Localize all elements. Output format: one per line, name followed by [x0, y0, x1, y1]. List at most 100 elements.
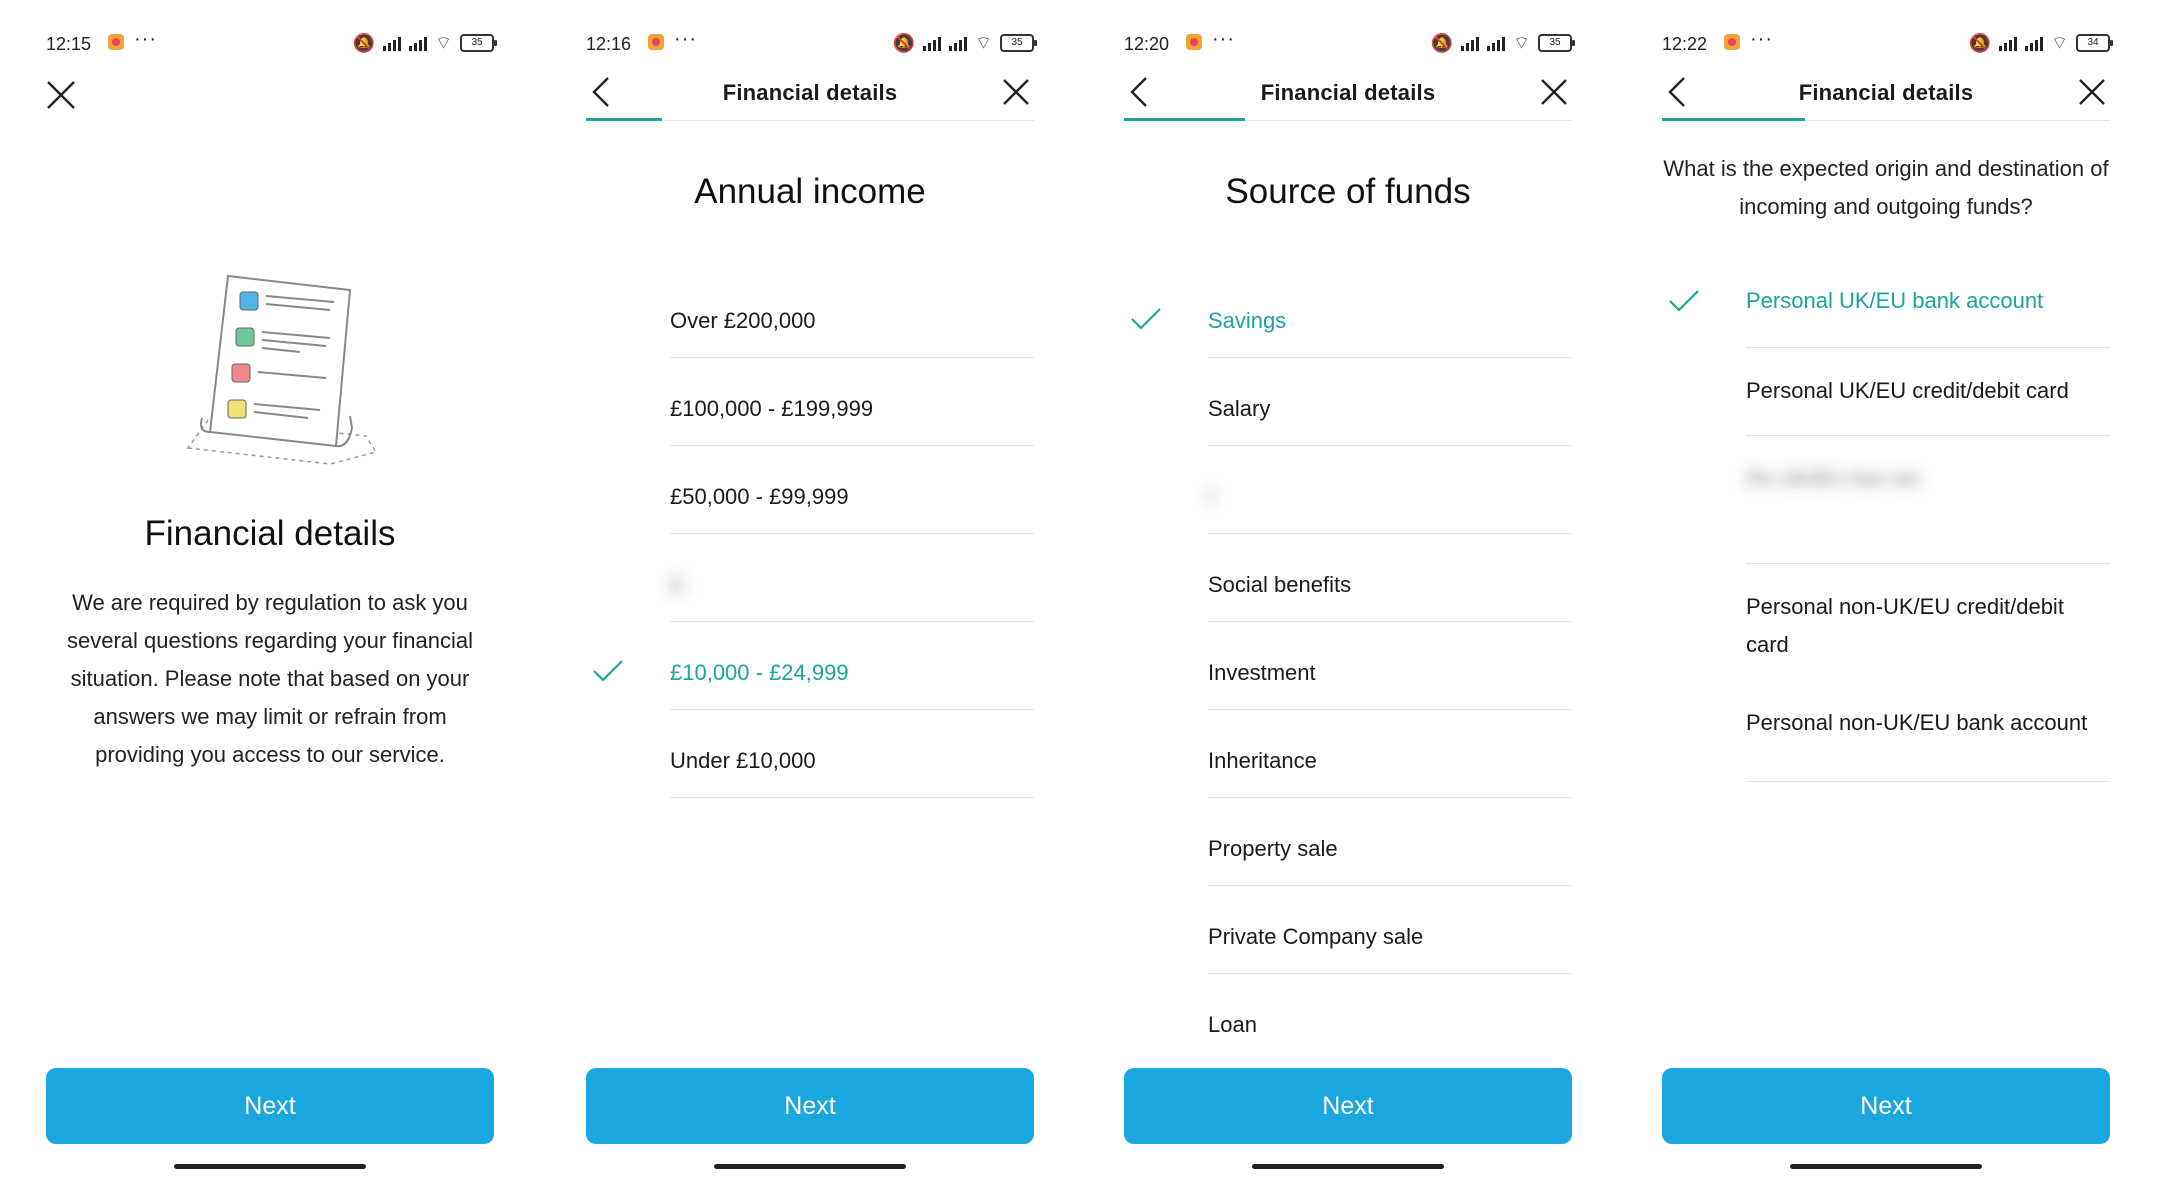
next-button[interactable]: Next: [1124, 1068, 1572, 1144]
system-icons: 🔕 ⌔ 34: [1969, 32, 2113, 54]
option-label: £50,000 - £99,999: [670, 484, 849, 509]
battery-icon: 35: [460, 34, 497, 52]
header-title: Financial details: [722, 80, 898, 105]
option-item[interactable]: Under £10,000: [586, 710, 1034, 798]
progress-indicator: [586, 118, 663, 121]
option-label: Under £10,000: [670, 748, 816, 773]
system-icons: 🔕 ⌔ 35: [1430, 32, 1575, 54]
option-item[interactable]: £100,000 - £199,999: [586, 358, 1034, 446]
option-list: Over £200,000 £100,000 - £199,999 £50,00…: [586, 270, 1034, 798]
more-notifications-icon: ···: [134, 28, 157, 50]
header-bar: Financial details: [1124, 70, 1572, 122]
option-item[interactable]: Social benefits: [1124, 534, 1572, 622]
option-item[interactable]: £50,000 - £99,999: [586, 446, 1034, 534]
option-item[interactable]: Personal UK/EU credit/debit card: [1662, 348, 2110, 436]
close-icon[interactable]: [2074, 74, 2110, 110]
check-icon: [1669, 290, 1699, 312]
system-icons: 🔕 ⌔ 35: [892, 32, 1037, 54]
battery-icon: 34: [2076, 34, 2113, 52]
option-label: Personal non-UK/EU credit/debit card: [1746, 594, 2064, 657]
header-bar: Financial details: [586, 70, 1034, 122]
option-item-obscured[interactable]: I: [1124, 446, 1572, 534]
option-label: Over £200,000: [670, 308, 816, 333]
progress-indicator: [1124, 118, 1245, 121]
option-label: Salary: [1208, 396, 1271, 421]
status-bar: 12:16 ··· 🔕 ⌔ 35: [586, 26, 1037, 60]
wifi-icon: ⌔: [975, 32, 992, 53]
signal-icon: [1487, 35, 1506, 51]
option-item[interactable]: Personal non-UK/EU credit/debit card: [1662, 564, 2110, 692]
close-icon[interactable]: [1536, 74, 1572, 110]
option-item-selected[interactable]: Savings: [1124, 270, 1572, 358]
option-divider: [670, 797, 1034, 798]
status-bar: 12:20 ··· 🔕 ⌔ 35: [1124, 26, 1575, 60]
next-button[interactable]: Next: [46, 1068, 494, 1144]
intro-description: We are required by regulation to ask you…: [66, 590, 473, 767]
header-title: Financial details: [1260, 80, 1436, 105]
option-item-selected[interactable]: £10,000 - £24,999: [586, 622, 1034, 710]
option-label: £10,000 - £24,999: [670, 660, 849, 685]
mute-icon: 🔕: [1430, 32, 1454, 53]
option-label: Loan: [1208, 1012, 1257, 1037]
notification-app-icon: [648, 34, 664, 50]
option-label: I: [1208, 484, 1215, 509]
option-item[interactable]: Private Company sale: [1124, 886, 1572, 974]
home-indicator: [174, 1164, 366, 1169]
option-list: Savings Salary I Social benefits Investm…: [1124, 270, 1572, 1062]
signal-icon: [383, 35, 402, 51]
next-button[interactable]: Next: [1662, 1068, 2110, 1144]
question-heading: Annual income: [694, 172, 926, 211]
screen-funds-origin: 12:22 ··· 🔕 ⌔ 34 Financial details What …: [1616, 0, 2156, 1190]
notification-app-icon: [108, 34, 124, 50]
check-icon: [593, 660, 623, 682]
wifi-icon: ⌔: [2051, 32, 2068, 53]
signal-icon: [923, 35, 942, 51]
option-label: Inheritance: [1208, 748, 1317, 773]
option-label: Property sale: [1208, 836, 1338, 861]
status-time: 12:20: [1124, 34, 1170, 54]
option-item[interactable]: Salary: [1124, 358, 1572, 446]
mute-icon: 🔕: [892, 32, 916, 53]
option-item[interactable]: Investment: [1124, 622, 1572, 710]
option-label: £100,000 - £199,999: [670, 396, 874, 421]
option-label: Private Company sale: [1208, 924, 1424, 949]
option-item-obscured[interactable]: £:: [586, 534, 1034, 622]
page-title: Financial details: [144, 514, 396, 553]
status-bar: 12:22 ··· 🔕 ⌔ 34: [1662, 26, 2113, 60]
close-icon[interactable]: [44, 78, 78, 112]
option-label: Personal UK/EU credit/debit card: [1746, 378, 2069, 403]
option-item[interactable]: Inheritance: [1124, 710, 1572, 798]
option-item[interactable]: Loan: [1124, 974, 1572, 1062]
option-label: Personal non-UK/EU bank account: [1746, 710, 2088, 735]
wifi-icon: ⌔: [1513, 32, 1530, 53]
notification-app-icon: [1724, 34, 1740, 50]
option-label: Savings: [1208, 308, 1287, 333]
status-time: 12:22: [1662, 34, 1708, 54]
signal-icon: [2025, 35, 2044, 51]
status-bar: 12:15 ··· 🔕 ⌔ 35: [46, 26, 497, 60]
mute-icon: 🔕: [352, 32, 376, 53]
close-icon[interactable]: [998, 74, 1034, 110]
system-icons: 🔕 ⌔ 35: [352, 32, 497, 54]
home-indicator: [1790, 1164, 1982, 1169]
option-item[interactable]: Property sale: [1124, 798, 1572, 886]
status-time: 12:15: [46, 34, 92, 54]
signal-icon: [949, 35, 968, 51]
wifi-icon: ⌔: [435, 32, 452, 53]
more-notifications-icon: ···: [1212, 28, 1235, 50]
option-label: Pe UK/EU lice ion: [1746, 466, 1921, 491]
header-bar: Financial details: [1662, 70, 2110, 122]
signal-icon: [1461, 35, 1480, 51]
option-item[interactable]: Over £200,000: [586, 270, 1034, 358]
document-illustration: [186, 274, 378, 465]
next-button[interactable]: Next: [586, 1068, 1034, 1144]
option-label: Social benefits: [1208, 572, 1352, 597]
more-notifications-icon: ···: [1750, 28, 1773, 50]
screen-source-of-funds: 12:20 ··· 🔕 ⌔ 35 Financial details Sourc…: [1078, 0, 1618, 1190]
header-title: Financial details: [1798, 80, 1974, 105]
battery-icon: 35: [1538, 34, 1575, 52]
question-heading: Source of funds: [1225, 172, 1471, 211]
option-item-obscured[interactable]: Pe UK/EU lice ion: [1662, 436, 2110, 564]
option-item[interactable]: Personal non-UK/EU bank account: [1662, 692, 2110, 782]
option-item-selected[interactable]: Personal UK/EU bank account: [1662, 258, 2110, 348]
